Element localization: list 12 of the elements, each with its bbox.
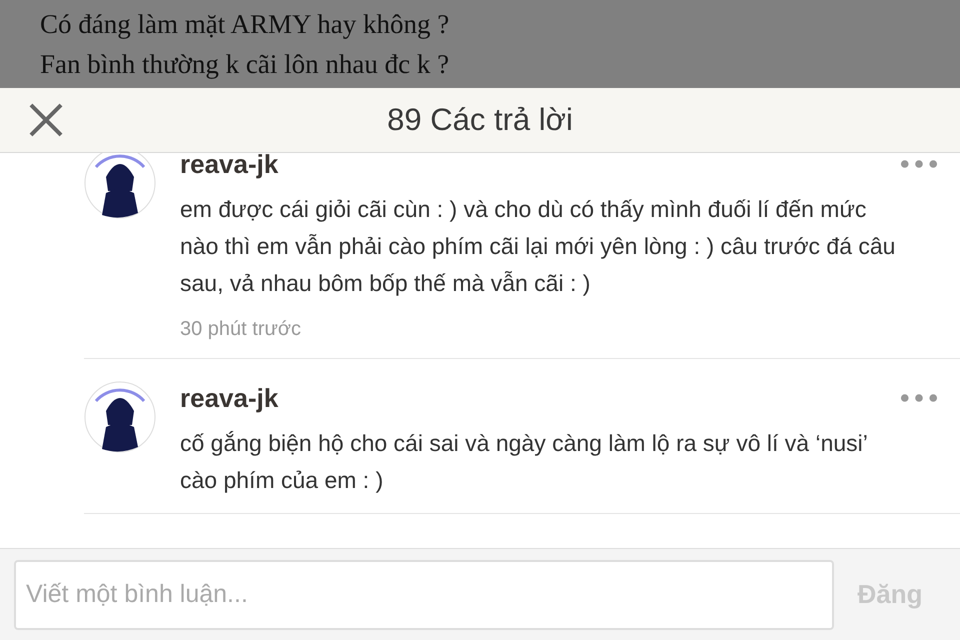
post-text-line: Fan bình thường k cãi lôn nhau đc k ?: [40, 48, 450, 81]
comment-time: 30 phút trước: [180, 317, 302, 342]
username[interactable]: reava-jk: [180, 381, 278, 415]
close-icon: [28, 102, 64, 138]
comment-text: em được cái giỏi cãi cùn : ) và cho dù có thấy mình đuối lí đến mức nào thì em vẫn phải cào phím cãi lại mới yên lòng : ) câu trước đá câu sau, vả nhau bôm bốp thế mà vẫn cãi : ): [180, 195, 896, 298]
sheet-title: 89 Các trả lời: [386, 102, 574, 138]
username[interactable]: reava-jk: [180, 153, 278, 181]
avatar-icon: [84, 381, 156, 453]
more-options-icon[interactable]: [900, 158, 938, 170]
more-options-icon[interactable]: [900, 392, 938, 404]
comment-text: cố gắng biện hộ cho cái sai và ngày càng làm lộ ra sự vô lí và ‘nusi’ cào phím của em : ): [180, 429, 868, 495]
post-text-line: Có đáng làm mặt ARMY hay không ?: [40, 8, 450, 41]
